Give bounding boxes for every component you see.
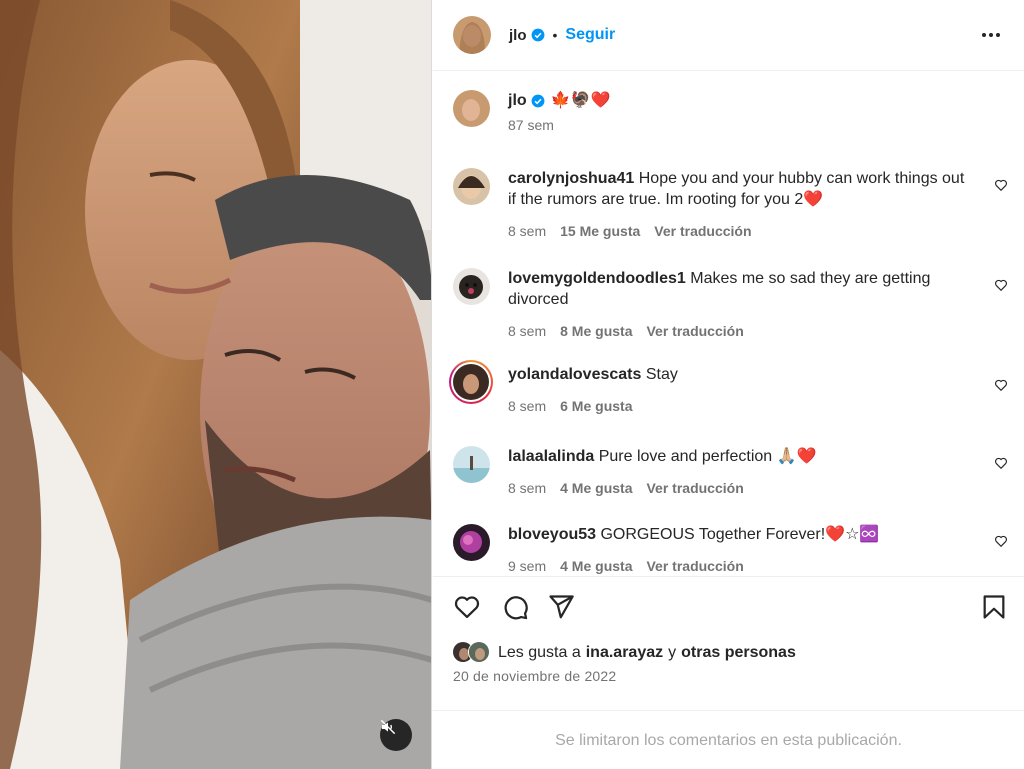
- comment-username[interactable]: lalaalalinda: [508, 448, 594, 465]
- translate-link[interactable]: Ver traducción: [654, 223, 751, 239]
- comment-likes[interactable]: 4 Me gusta: [560, 558, 632, 574]
- like-heart-icon[interactable]: [453, 593, 481, 621]
- caption-text: 🍁🦃❤️: [550, 92, 611, 109]
- comment-item: yolandalovescats Stay 8 sem 6 Me gusta: [449, 360, 1008, 414]
- like-comment-heart-icon[interactable]: [994, 456, 1008, 470]
- comment-username[interactable]: lovemygoldendoodles1: [508, 270, 686, 287]
- video-frame: [0, 0, 431, 769]
- comment-username[interactable]: yolandalovescats: [508, 366, 641, 383]
- like-comment-heart-icon[interactable]: [994, 278, 1008, 292]
- comment-item: carolynjoshua41 Hope you and your hubby …: [453, 168, 1008, 239]
- share-send-icon[interactable]: [547, 593, 575, 621]
- comment-username[interactable]: carolynjoshua41: [508, 170, 634, 187]
- comment-likes[interactable]: 6 Me gusta: [560, 398, 632, 414]
- comment-item: lalaalalinda Pure love and perfection 🙏🏼…: [453, 446, 1008, 496]
- translate-link[interactable]: Ver traducción: [646, 480, 743, 496]
- caption: jlo 🍁🦃❤️ 87 sem: [453, 90, 1008, 133]
- mute-button[interactable]: [380, 719, 412, 751]
- save-bookmark-icon[interactable]: [980, 593, 1008, 621]
- commenter-avatar[interactable]: [453, 524, 490, 561]
- comment-item: lovemygoldendoodles1 Makes me so sad the…: [453, 268, 1008, 339]
- comment-likes[interactable]: 15 Me gusta: [560, 223, 640, 239]
- author-avatar[interactable]: [453, 16, 491, 54]
- commenter-avatar[interactable]: [453, 446, 490, 483]
- commenter-avatar[interactable]: [453, 268, 490, 305]
- likes-prefix: Les gusta a: [498, 644, 581, 661]
- caption-age: 87 sem: [508, 117, 554, 133]
- post-actions: Les gusta a ina.arayaz y otras personas …: [433, 576, 1024, 769]
- like-comment-heart-icon[interactable]: [994, 378, 1008, 392]
- post-date[interactable]: 20 de noviembre de 2022: [453, 668, 616, 684]
- comment-text: Stay: [645, 366, 678, 383]
- comment-text: GORGEOUS Together Forever!❤️☆♾️: [600, 526, 880, 543]
- author-avatar[interactable]: [453, 90, 490, 127]
- post-video[interactable]: [0, 0, 432, 769]
- comment-age: 8 sem: [508, 480, 547, 496]
- more-options-icon[interactable]: [982, 26, 1004, 44]
- translate-link[interactable]: Ver traducción: [646, 558, 743, 574]
- comment-age: 8 sem: [508, 323, 547, 339]
- follow-button[interactable]: Seguir: [565, 26, 615, 44]
- speaker-muted-icon: [380, 719, 396, 735]
- likes-conjunction: y: [668, 644, 677, 661]
- author-username[interactable]: jlo: [509, 27, 527, 44]
- separator-dot: •: [552, 27, 558, 43]
- commenter-avatar[interactable]: [453, 168, 490, 205]
- translate-link[interactable]: Ver traducción: [646, 323, 743, 339]
- caption-username[interactable]: jlo: [508, 90, 527, 111]
- comment-username[interactable]: bloveyou53: [508, 526, 596, 543]
- comment-age: 9 sem: [508, 558, 547, 574]
- comments-limited-notice: Se limitaron los comentarios en esta pub…: [433, 710, 1024, 769]
- post-detail-panel: jlo • Seguir jlo 🍁🦃❤️ 87 sem carolynjosh…: [433, 0, 1024, 769]
- comment-text: Pure love and perfection 🙏🏼❤️: [598, 448, 817, 465]
- other-likers-link[interactable]: otras personas: [681, 644, 796, 662]
- like-comment-heart-icon[interactable]: [994, 534, 1008, 548]
- likes-summary[interactable]: Les gusta a ina.arayaz y otras personas: [452, 641, 796, 665]
- liker-avatars: [452, 641, 496, 665]
- verified-badge-icon: [531, 28, 544, 42]
- comment-age: 8 sem: [508, 223, 547, 239]
- comment-age: 8 sem: [508, 398, 547, 414]
- comment-item: bloveyou53 GORGEOUS Together Forever!❤️☆…: [453, 524, 1008, 574]
- like-comment-heart-icon[interactable]: [994, 178, 1008, 192]
- comment-bubble-icon[interactable]: [501, 593, 529, 621]
- commenter-avatar-story-ring[interactable]: [449, 360, 493, 404]
- verified-badge-icon: [531, 94, 545, 107]
- first-liker[interactable]: ina.arayaz: [586, 644, 663, 662]
- post-header: jlo • Seguir: [433, 0, 1024, 71]
- comment-likes[interactable]: 4 Me gusta: [560, 480, 632, 496]
- comment-likes[interactable]: 8 Me gusta: [560, 323, 632, 339]
- comments-list[interactable]: jlo 🍁🦃❤️ 87 sem carolynjoshua41 Hope you…: [433, 72, 1024, 576]
